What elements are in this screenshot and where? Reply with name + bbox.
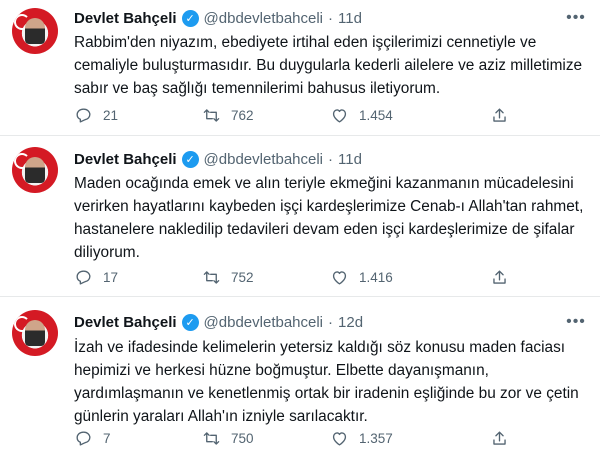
- profile-photo: [25, 157, 45, 183]
- more-options-icon[interactable]: •••: [566, 8, 586, 28]
- share-button[interactable]: [490, 103, 509, 127]
- reply-count: 17: [103, 269, 119, 285]
- avatar[interactable]: [12, 8, 58, 54]
- retweet-count: 752: [231, 269, 254, 285]
- tweet-header: Devlet Bahçeli ✓ @dbdevletbahceli · 11d: [74, 7, 362, 29]
- retweet-button[interactable]: 750: [202, 426, 254, 450]
- separator-dot: ·: [328, 313, 334, 331]
- author-name[interactable]: Devlet Bahçeli: [74, 151, 177, 168]
- verified-badge-icon: ✓: [181, 313, 199, 331]
- tweet-actions: 7 750 1.357: [74, 426, 586, 450]
- heart-icon: [332, 431, 347, 446]
- like-button[interactable]: 1.416: [330, 265, 393, 289]
- share-button[interactable]: [490, 426, 509, 450]
- tweet-text: Maden ocağında emek ve alın teriyle ekme…: [74, 175, 584, 261]
- author-name[interactable]: Devlet Bahçeli: [74, 314, 177, 331]
- share-icon: [493, 269, 506, 284]
- author-name[interactable]: Devlet Bahçeli: [74, 10, 177, 27]
- verified-badge-icon: ✓: [181, 9, 199, 27]
- timestamp[interactable]: 11d: [338, 151, 362, 168]
- avatar[interactable]: [12, 310, 58, 356]
- reply-count: 7: [103, 430, 111, 446]
- tweet-text: İzah ve ifadesinde kelimelerin yetersiz …: [74, 339, 579, 425]
- timestamp[interactable]: 11d: [338, 10, 362, 27]
- author-handle[interactable]: @dbdevletbahceli: [204, 151, 323, 168]
- profile-photo: [25, 18, 45, 44]
- more-options-icon[interactable]: •••: [566, 312, 586, 332]
- reply-icon: [76, 430, 91, 446]
- reply-button[interactable]: 7: [74, 426, 111, 450]
- separator-dot: ·: [328, 150, 334, 168]
- avatar[interactable]: [12, 147, 58, 193]
- retweet-button[interactable]: 762: [202, 103, 254, 127]
- like-button[interactable]: 1.454: [330, 103, 393, 127]
- tweet[interactable]: Devlet Bahçeli ✓ @dbdevletbahceli · 12d …: [0, 298, 600, 453]
- reply-icon: [76, 107, 91, 123]
- heart-icon: [332, 270, 347, 285]
- retweet-count: 750: [231, 430, 254, 446]
- retweet-icon: [203, 431, 220, 445]
- reply-button[interactable]: 21: [74, 103, 118, 127]
- tweet-actions: 17 752 1.416: [74, 265, 586, 289]
- tweet[interactable]: Devlet Bahçeli ✓ @dbdevletbahceli · 11d …: [0, 137, 600, 297]
- like-count: 1.416: [359, 269, 393, 285]
- like-button[interactable]: 1.357: [330, 426, 393, 450]
- tweet[interactable]: Devlet Bahçeli ✓ @dbdevletbahceli · 11d …: [0, 0, 600, 136]
- author-handle[interactable]: @dbdevletbahceli: [204, 314, 323, 331]
- reply-icon: [76, 269, 91, 285]
- like-count: 1.357: [359, 430, 393, 446]
- like-count: 1.454: [359, 107, 393, 123]
- share-icon: [493, 430, 506, 445]
- reply-button[interactable]: 17: [74, 265, 118, 289]
- tweet-header: Devlet Bahçeli ✓ @dbdevletbahceli · 12d: [74, 311, 363, 333]
- profile-photo: [25, 320, 45, 346]
- retweet-icon: [203, 108, 220, 122]
- retweet-button[interactable]: 752: [202, 265, 254, 289]
- reply-count: 21: [103, 107, 119, 123]
- share-icon: [493, 107, 506, 122]
- share-button[interactable]: [490, 265, 509, 289]
- retweet-count: 762: [231, 107, 254, 123]
- author-handle[interactable]: @dbdevletbahceli: [204, 10, 323, 27]
- tweet-header: Devlet Bahçeli ✓ @dbdevletbahceli · 11d: [74, 148, 362, 170]
- timestamp[interactable]: 12d: [338, 314, 363, 331]
- retweet-icon: [203, 270, 220, 284]
- heart-icon: [332, 108, 347, 123]
- tweet-actions: 21 762 1.454: [74, 103, 586, 127]
- separator-dot: ·: [328, 9, 334, 27]
- tweet-text: Rabbim'den niyazım, ebediyete irtihal ed…: [74, 34, 583, 97]
- verified-badge-icon: ✓: [181, 150, 199, 168]
